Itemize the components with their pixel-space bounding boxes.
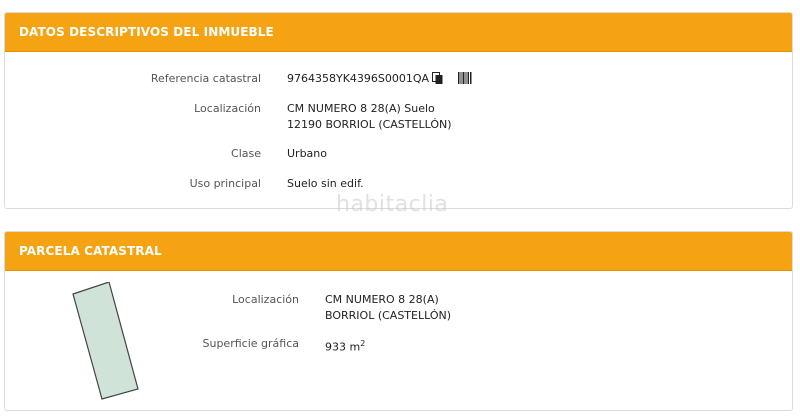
copy-icon[interactable] xyxy=(432,71,444,85)
inmueble-panel: DATOS DESCRIPTIVOS DEL INMUEBLE Referenc… xyxy=(4,12,793,209)
localizacion-value: CM NUMERO 8 28(A) Suelo 12190 BORRIOL (C… xyxy=(287,101,452,133)
parcela-localizacion-value: CM NUMERO 8 28(A) BORRIOL (CASTELLÓN) xyxy=(325,292,451,324)
parcel-shape-icon xyxy=(72,282,139,400)
superficie-value-wrap: 933 m2 xyxy=(325,336,365,356)
parcela-localizacion-line-1: CM NUMERO 8 28(A) xyxy=(325,293,439,306)
referencia-label: Referencia catastral xyxy=(150,72,261,85)
inmueble-panel-title: DATOS DESCRIPTIVOS DEL INMUEBLE xyxy=(5,13,792,52)
localizacion-line-2: 12190 BORRIOL (CASTELLÓN) xyxy=(287,118,452,131)
clase-value: Urbano xyxy=(287,147,327,160)
localizacion-label: Localización xyxy=(194,102,261,115)
barcode-icon[interactable] xyxy=(458,72,472,84)
superficie-label: Superficie gráfica xyxy=(202,337,300,350)
referencia-value-wrap: 9764358YK4396S0001QA xyxy=(287,71,472,87)
parcela-localizacion-label: Localización xyxy=(232,293,299,306)
superficie-value: 933 m xyxy=(325,340,361,354)
superficie-unit-sup: 2 xyxy=(360,339,366,348)
parcela-localizacion-line-2: BORRIOL (CASTELLÓN) xyxy=(325,309,452,322)
parcela-panel-title: PARCELA CATASTRAL xyxy=(5,232,792,271)
parcela-panel: PARCELA CATASTRAL Localización CM NUMERO… xyxy=(4,231,793,411)
localizacion-line-1: CM NUMERO 8 28(A) Suelo xyxy=(287,102,435,115)
clase-label: Clase xyxy=(231,147,261,160)
referencia-value: 9764358YK4396S0001QA xyxy=(287,72,430,85)
uso-value: Suelo sin edif. xyxy=(287,177,364,190)
uso-label: Uso principal xyxy=(189,177,261,190)
